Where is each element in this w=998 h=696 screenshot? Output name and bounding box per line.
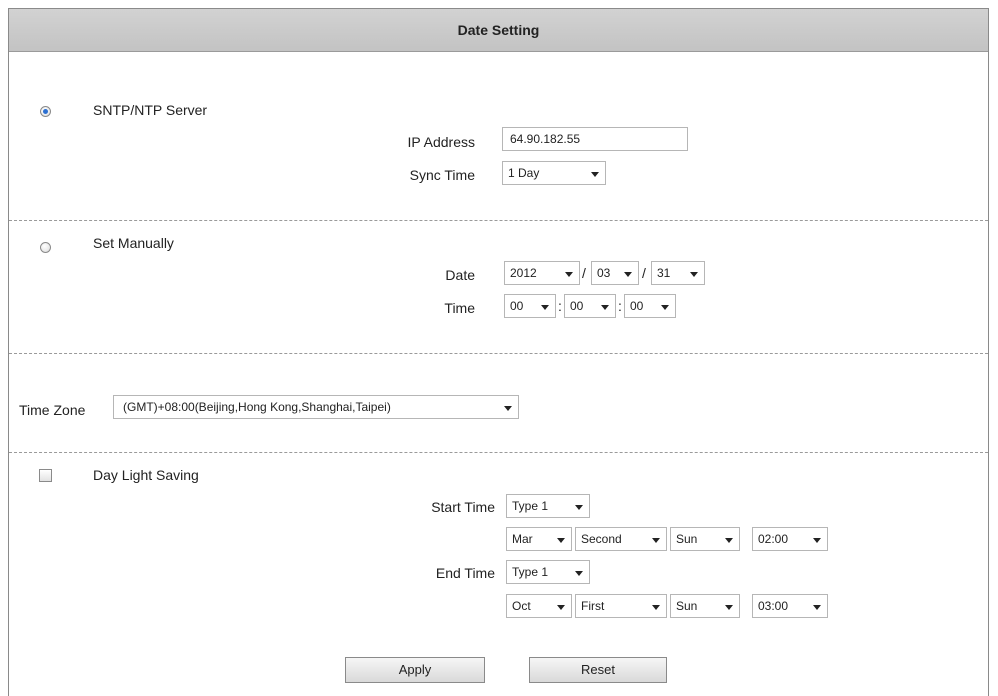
chevron-down-icon xyxy=(601,305,609,310)
date-setting-panel: Date Setting SNTP/NTP Server IP Address … xyxy=(8,8,989,696)
set-manually-radio[interactable] xyxy=(40,242,51,253)
start-hour-value: 02:00 xyxy=(758,532,789,546)
date-label: Date xyxy=(445,267,475,283)
set-manually-label: Set Manually xyxy=(93,235,174,251)
chevron-down-icon xyxy=(813,605,821,610)
chevron-down-icon xyxy=(591,172,599,177)
time-zone-value: (GMT)+08:00(Beijing,Hong Kong,Shanghai,T… xyxy=(123,400,391,414)
start-week-value: Second xyxy=(581,532,622,546)
end-hour-select[interactable]: 03:00 xyxy=(752,594,828,618)
chevron-down-icon xyxy=(661,305,669,310)
minute-value: 00 xyxy=(570,299,584,313)
chevron-down-icon xyxy=(813,538,821,543)
end-week-value: First xyxy=(581,599,605,613)
reset-button[interactable]: Reset xyxy=(529,657,667,683)
chevron-down-icon xyxy=(557,605,565,610)
chevron-down-icon xyxy=(575,571,583,576)
day-select[interactable]: 31 xyxy=(651,261,705,285)
date-separator: / xyxy=(642,265,646,281)
month-select[interactable]: 03 xyxy=(591,261,639,285)
start-day-value: Sun xyxy=(676,532,698,546)
month-value: 03 xyxy=(597,266,611,280)
sync-time-select[interactable]: 1 Day xyxy=(502,161,606,185)
chevron-down-icon xyxy=(624,272,632,277)
panel-title: Date Setting xyxy=(9,9,988,52)
chevron-down-icon xyxy=(504,406,512,411)
start-month-select[interactable]: Mar xyxy=(506,527,572,551)
end-type-select[interactable]: Type 1 xyxy=(506,560,590,584)
chevron-down-icon xyxy=(575,505,583,510)
hour-select[interactable]: 00 xyxy=(504,294,556,318)
section-divider xyxy=(9,452,988,453)
day-light-saving-checkbox[interactable] xyxy=(39,469,52,482)
sync-time-value: 1 Day xyxy=(508,166,540,180)
chevron-down-icon xyxy=(725,538,733,543)
chevron-down-icon xyxy=(725,605,733,610)
end-month-value: Oct xyxy=(512,599,531,613)
date-separator: / xyxy=(582,265,586,281)
day-value: 31 xyxy=(657,266,671,280)
sntp-radio[interactable] xyxy=(40,106,51,117)
time-label: Time xyxy=(444,300,475,316)
ip-address-field[interactable]: 64.90.182.55 xyxy=(502,127,688,151)
chevron-down-icon xyxy=(652,605,660,610)
minute-select[interactable]: 00 xyxy=(564,294,616,318)
end-day-select[interactable]: Sun xyxy=(670,594,740,618)
start-month-value: Mar xyxy=(512,532,533,546)
end-type-value: Type 1 xyxy=(512,565,549,579)
chevron-down-icon xyxy=(690,272,698,277)
time-zone-select[interactable]: (GMT)+08:00(Beijing,Hong Kong,Shanghai,T… xyxy=(113,395,519,419)
section-divider xyxy=(9,353,988,354)
sync-time-label: Sync Time xyxy=(409,167,475,183)
end-month-select[interactable]: Oct xyxy=(506,594,572,618)
apply-button[interactable]: Apply xyxy=(345,657,485,683)
time-separator: : xyxy=(558,298,562,314)
year-value: 2012 xyxy=(510,266,537,280)
end-week-select[interactable]: First xyxy=(575,594,667,618)
end-day-value: Sun xyxy=(676,599,698,613)
day-light-saving-label: Day Light Saving xyxy=(93,467,199,483)
end-time-label: End Time xyxy=(435,565,495,581)
start-hour-select[interactable]: 02:00 xyxy=(752,527,828,551)
year-select[interactable]: 2012 xyxy=(504,261,580,285)
start-time-label: Start Time xyxy=(431,499,495,515)
chevron-down-icon xyxy=(565,272,573,277)
end-hour-value: 03:00 xyxy=(758,599,789,613)
chevron-down-icon xyxy=(557,538,565,543)
ip-address-label: IP Address xyxy=(407,134,475,150)
second-value: 00 xyxy=(630,299,644,313)
sntp-label: SNTP/NTP Server xyxy=(93,102,208,118)
start-day-select[interactable]: Sun xyxy=(670,527,740,551)
second-select[interactable]: 00 xyxy=(624,294,676,318)
hour-value: 00 xyxy=(510,299,524,313)
start-week-select[interactable]: Second xyxy=(575,527,667,551)
start-type-select[interactable]: Type 1 xyxy=(506,494,590,518)
start-type-value: Type 1 xyxy=(512,499,549,513)
chevron-down-icon xyxy=(541,305,549,310)
time-zone-label: Time Zone xyxy=(19,402,86,418)
time-separator: : xyxy=(618,298,622,314)
chevron-down-icon xyxy=(652,538,660,543)
section-divider xyxy=(9,220,988,221)
